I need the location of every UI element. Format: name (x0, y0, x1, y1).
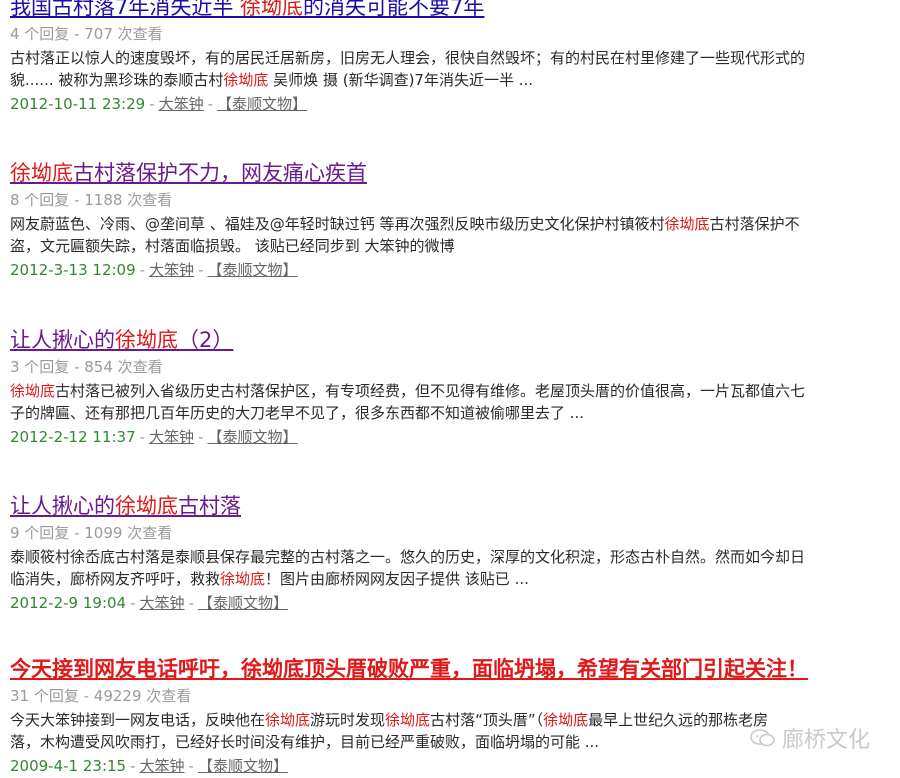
author-link[interactable]: 大笨钟 (140, 594, 185, 612)
result-footer: 2009-4-1 23:15- 大笨钟 - 【泰顺文物】 (10, 757, 288, 775)
result-meta: 9 个回复 - 1099 次查看 (10, 524, 173, 542)
result-meta: 8 个回复 - 1188 次查看 (10, 191, 173, 209)
result-date: 2009-4-1 23:15 (10, 757, 127, 775)
result-snippet: 徐坳底古村落已被列入省级历史古村落保护区，有专项经费，但不见得有维修。老屋顶头厝… (10, 382, 806, 422)
result-date: 2012-2-9 19:04 (10, 594, 127, 612)
search-result: 让人揪心的徐坳底（2） 3 个回复 - 854 次查看 徐坳底古村落已被列入省级… (10, 327, 900, 447)
watermark: 廊桥文化 (750, 722, 870, 754)
author-link[interactable]: 大笨钟 (159, 95, 204, 113)
result-footer: 2012-3-13 12:09- 大笨钟 - 【泰顺文物】 (10, 261, 298, 279)
result-meta: 4 个回复 - 707 次查看 (10, 25, 163, 43)
author-link[interactable]: 大笨钟 (140, 757, 185, 775)
category-link[interactable]: 【泰顺文物】 (207, 261, 297, 279)
result-snippet: 古村落正以惊人的速度毁坏，有的居民迁居新房，旧房无人理会，很快自然毁坏；有的村民… (10, 49, 806, 89)
result-title-link[interactable]: 今天接到网友电话呼吁，徐坳底顶头厝破败严重，面临坍塌，希望有关部门引起关注！ (10, 656, 808, 682)
result-date: 2012-10-11 23:29 (10, 95, 146, 113)
result-title-link[interactable]: 让人揪心的徐坳底（2） (10, 327, 233, 353)
result-meta: 31 个回复 - 49229 次查看 (10, 687, 192, 705)
search-result: 今天接到网友电话呼吁，徐坳底顶头厝破败严重，面临坍塌，希望有关部门引起关注！ 3… (10, 656, 900, 776)
result-title-link[interactable]: 让人揪心的徐坳底古村落 (10, 493, 241, 519)
result-title-link[interactable]: 徐坳底古村落保护不力，网友痛心疾首 (10, 160, 367, 186)
search-result: 让人揪心的徐坳底古村落 9 个回复 - 1099 次查看 泰顺筱村徐岙底古村落是… (10, 493, 900, 613)
author-link[interactable]: 大笨钟 (149, 261, 194, 279)
result-date: 2012-3-13 12:09 (10, 261, 136, 279)
result-snippet: 网友蔚蓝色、冷雨、@垄间草 、福娃及@年轻时缺过钙 等再次强烈反映市级历史文化保… (10, 215, 800, 255)
author-link[interactable]: 大笨钟 (149, 428, 194, 446)
result-footer: 2012-10-11 23:29- 大笨钟 - 【泰顺文物】 (10, 95, 308, 113)
watermark-text: 廊桥文化 (781, 728, 870, 753)
result-footer: 2012-2-9 19:04- 大笨钟 - 【泰顺文物】 (10, 594, 288, 612)
result-date: 2012-2-12 11:37 (10, 428, 136, 446)
wechat-icon (750, 729, 775, 747)
result-footer: 2012-2-12 11:37- 大笨钟 - 【泰顺文物】 (10, 428, 298, 446)
category-link[interactable]: 【泰顺文物】 (217, 95, 307, 113)
search-result: 我国古村落7年消失近半 徐坳底的消失可能不要7年 4 个回复 - 707 次查看… (10, 0, 900, 114)
result-meta: 3 个回复 - 854 次查看 (10, 358, 163, 376)
category-link[interactable]: 【泰顺文物】 (207, 428, 297, 446)
search-result: 徐坳底古村落保护不力，网友痛心疾首 8 个回复 - 1188 次查看 网友蔚蓝色… (10, 160, 900, 280)
result-snippet: 泰顺筱村徐岙底古村落是泰顺县保存最完整的古村落之一。悠久的历史，深厚的文化积淀，… (10, 548, 806, 588)
category-link[interactable]: 【泰顺文物】 (198, 594, 288, 612)
category-link[interactable]: 【泰顺文物】 (198, 757, 288, 775)
result-title-link[interactable]: 我国古村落7年消失近半 徐坳底的消失可能不要7年 (10, 0, 484, 20)
